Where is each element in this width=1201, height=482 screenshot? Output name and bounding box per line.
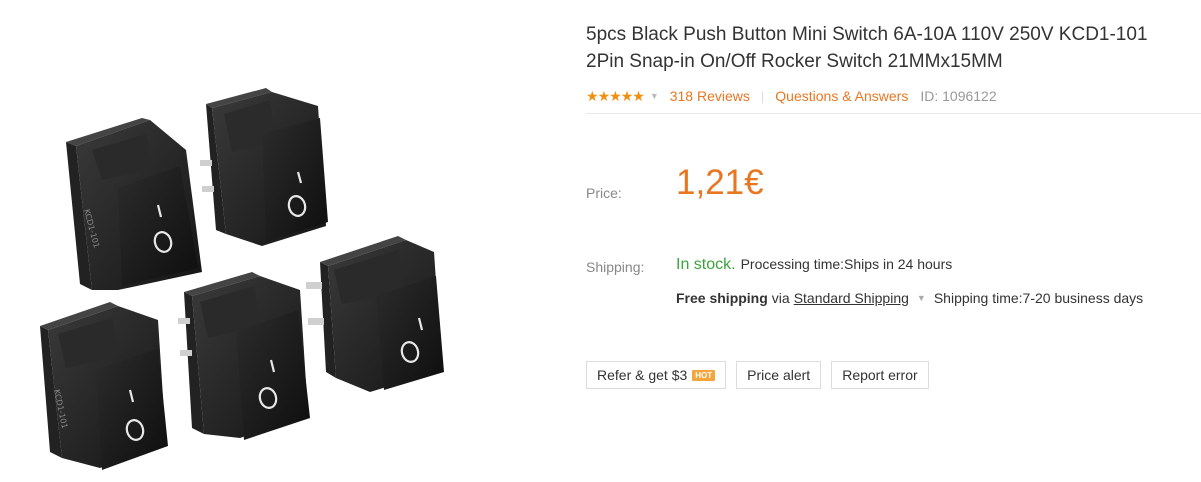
price-value: 1,21€ [676, 163, 764, 202]
product-id: ID: 1096122 [920, 88, 997, 104]
product-title-line1: 5pcs Black Push Button Mini Switch 6A-10… [586, 24, 1148, 45]
stock-status: In stock. Processing time:Ships in 24 ho… [676, 256, 952, 274]
rating-stars[interactable]: ★ ★ ★ ★ ★ ▼ [586, 87, 659, 105]
refer-button-label: Refer & get $3 [597, 367, 688, 383]
processing-time: Processing time:Ships in 24 hours [740, 256, 953, 272]
questions-answers-link[interactable]: Questions & Answers [775, 88, 908, 104]
star-icon: ★ [586, 87, 599, 104]
free-shipping-text: Free shipping [676, 290, 768, 306]
switch-5 [306, 236, 444, 392]
hot-badge: HOT [692, 369, 716, 381]
action-buttons: Refer & get $3 HOT Price alert Report er… [586, 361, 929, 389]
shipping-time: Shipping time:7-20 business days [933, 290, 1144, 306]
star-icon: ★ [620, 87, 634, 104]
shipping-method-row: Free shipping via Standard Shipping ▼ Sh… [676, 290, 1143, 306]
report-error-button[interactable]: Report error [831, 361, 929, 389]
product-title-line2: 2Pin Snap-in On/Off Rocker Switch 21MMx1… [586, 51, 1003, 72]
chevron-down-icon: ▼ [649, 91, 659, 101]
divider [586, 113, 1201, 114]
switch-4 [178, 272, 310, 440]
switch-2 [200, 88, 328, 246]
reviews-link[interactable]: 318 Reviews [670, 88, 750, 104]
refer-button[interactable]: Refer & get $3 HOT [586, 361, 727, 389]
product-title: 5pcs Black Push Button Mini Switch 6A-10… [586, 21, 1196, 75]
star-icon: ★ [609, 87, 622, 104]
in-stock-text: In stock. [676, 256, 736, 273]
price-alert-button[interactable]: Price alert [736, 361, 822, 389]
price-label: Price: [586, 185, 622, 201]
switch-1: KCD1-101 [66, 118, 202, 290]
shipping-method-dropdown[interactable]: Standard Shipping [794, 290, 909, 306]
switches-photo: KCD1-101 KCD1-101 [40, 88, 444, 470]
star-icon: ★ [632, 87, 645, 104]
separator: | [760, 88, 765, 104]
shipping-label: Shipping: [586, 259, 645, 275]
switch-3: KCD1-101 [40, 302, 168, 470]
rating-row: ★ ★ ★ ★ ★ ▼ 318 Reviews | Questions & An… [586, 86, 1201, 106]
via-text: via [771, 290, 790, 306]
star-icon: ★ [597, 87, 611, 104]
product-image[interactable]: KCD1-101 KCD1-101 [0, 0, 560, 477]
chevron-down-icon[interactable]: ▼ [917, 293, 926, 303]
